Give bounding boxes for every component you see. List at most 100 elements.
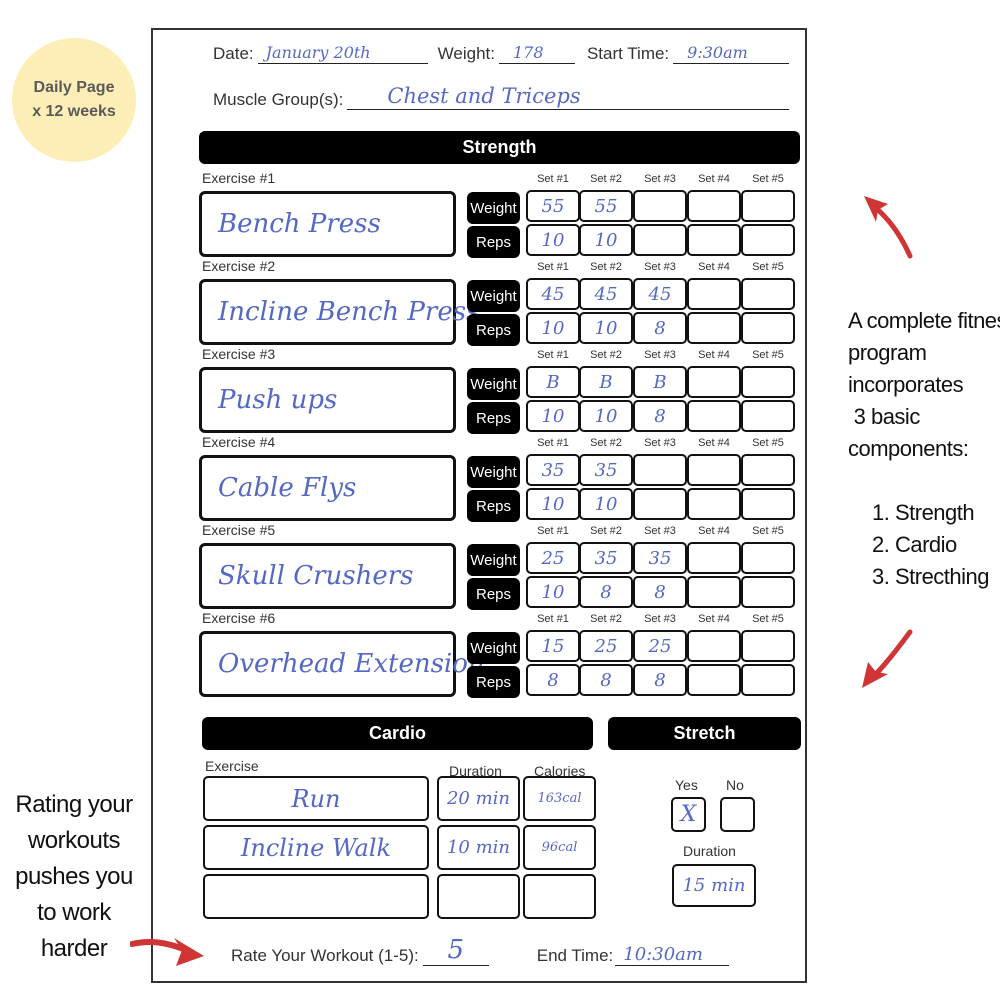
- reps-cell[interactable]: 8: [633, 576, 687, 608]
- exercise-name-field[interactable]: Incline Bench Press: [199, 279, 479, 345]
- reps-cell[interactable]: [741, 664, 795, 696]
- reps-cell[interactable]: 10: [579, 224, 633, 256]
- exercise-name-field[interactable]: Bench Press: [199, 191, 456, 257]
- weight-cell[interactable]: [687, 366, 741, 398]
- stretch-duration-field[interactable]: 15 min: [672, 864, 756, 907]
- reps-value: 8: [654, 405, 666, 427]
- daily-page-badge: Daily Page x 12 weeks: [12, 38, 136, 162]
- strength-section-header: Strength: [199, 131, 800, 164]
- weight-cell[interactable]: [741, 278, 795, 310]
- set-header: Set #3: [644, 261, 676, 273]
- weight-field[interactable]: 178: [498, 42, 575, 64]
- weight-cell[interactable]: 35: [526, 454, 580, 486]
- weight-cell[interactable]: 55: [526, 190, 580, 222]
- reps-cell[interactable]: [741, 400, 795, 432]
- reps-cell[interactable]: 8: [633, 400, 687, 432]
- muscle-group-field[interactable]: Chest and Triceps: [347, 82, 790, 110]
- reps-value: 10: [541, 405, 565, 427]
- reps-cell[interactable]: [741, 224, 795, 256]
- exercise-name-field[interactable]: Overhead Extension: [199, 631, 485, 697]
- stretch-no-checkbox[interactable]: [720, 797, 755, 832]
- cardio-exercise-value: Incline Walk: [240, 833, 392, 862]
- weight-cell[interactable]: [741, 366, 795, 398]
- weight-cell[interactable]: 35: [579, 542, 633, 574]
- set-header: Set #1: [537, 613, 569, 625]
- reps-cell[interactable]: [687, 576, 741, 608]
- reps-cell[interactable]: 10: [579, 488, 633, 520]
- reps-cell[interactable]: 10: [579, 312, 633, 344]
- weight-cell[interactable]: 25: [526, 542, 580, 574]
- cardio-duration-field[interactable]: 20 min: [437, 776, 520, 821]
- weight-cell[interactable]: [687, 542, 741, 574]
- weight-cell[interactable]: 35: [579, 454, 633, 486]
- reps-cell[interactable]: 10: [526, 224, 580, 256]
- reps-cell[interactable]: [741, 576, 795, 608]
- reps-cell[interactable]: 10: [526, 576, 580, 608]
- cardio-exercise-field[interactable]: Incline Walk: [203, 825, 429, 870]
- weight-cell[interactable]: [633, 454, 687, 486]
- weight-cell[interactable]: [687, 190, 741, 222]
- reps-cell[interactable]: 8: [633, 312, 687, 344]
- set-header: Set #3: [644, 349, 676, 361]
- exercise-name-field[interactable]: Skull Crushers: [199, 543, 456, 609]
- reps-cell[interactable]: [687, 488, 741, 520]
- exercise-name-field[interactable]: Push ups: [199, 367, 456, 433]
- weight-cell[interactable]: [741, 542, 795, 574]
- reps-cell[interactable]: [741, 488, 795, 520]
- cardio-duration-field[interactable]: 10 min: [437, 825, 520, 870]
- weight-value: 55: [541, 195, 565, 217]
- cardio-duration-field[interactable]: [437, 874, 520, 919]
- weight-cell[interactable]: B: [633, 366, 687, 398]
- weight-cell[interactable]: [633, 190, 687, 222]
- weight-cell[interactable]: [687, 630, 741, 662]
- weight-cell[interactable]: 25: [579, 630, 633, 662]
- weight-cell[interactable]: [687, 278, 741, 310]
- reps-cell[interactable]: [687, 312, 741, 344]
- weight-tag: Weight: [467, 632, 520, 664]
- weight-cell[interactable]: 45: [579, 278, 633, 310]
- rate-field[interactable]: 5: [422, 935, 489, 966]
- reps-cell[interactable]: [687, 224, 741, 256]
- weight-cell[interactable]: [741, 190, 795, 222]
- weight-cell[interactable]: 45: [633, 278, 687, 310]
- stretch-yes-checkbox[interactable]: X: [671, 797, 706, 832]
- cardio-exercise-field[interactable]: Run: [203, 776, 429, 821]
- weight-cell[interactable]: 55: [579, 190, 633, 222]
- weight-cell[interactable]: [741, 454, 795, 486]
- date-field[interactable]: January 20th: [257, 42, 428, 64]
- reps-cell[interactable]: [687, 664, 741, 696]
- reps-cell[interactable]: 8: [526, 664, 580, 696]
- reps-cell[interactable]: [633, 488, 687, 520]
- weight-cell[interactable]: [687, 454, 741, 486]
- start-time-field[interactable]: 9:30am: [673, 42, 790, 64]
- note-line: pushes you: [15, 863, 133, 890]
- reps-cell[interactable]: [633, 224, 687, 256]
- cardio-exercise-field[interactable]: [203, 874, 429, 919]
- exercise-name-field[interactable]: Cable Flys: [199, 455, 456, 521]
- reps-cell[interactable]: 10: [526, 400, 580, 432]
- cardio-duration-value: 20 min: [446, 788, 511, 809]
- cardio-calories-field[interactable]: [523, 874, 596, 919]
- weight-cell[interactable]: 45: [526, 278, 580, 310]
- component-list-item: 2. Cardio: [872, 532, 957, 557]
- reps-cell[interactable]: 10: [526, 488, 580, 520]
- cardio-calories-field[interactable]: 96cal: [523, 825, 596, 870]
- weight-cell[interactable]: 25: [633, 630, 687, 662]
- reps-cell[interactable]: 10: [579, 400, 633, 432]
- weight-cell[interactable]: 15: [526, 630, 580, 662]
- set-header: Set #3: [644, 613, 676, 625]
- reps-cell[interactable]: 8: [633, 664, 687, 696]
- reps-cell[interactable]: [687, 400, 741, 432]
- reps-cell[interactable]: 10: [526, 312, 580, 344]
- weight-cell[interactable]: [741, 630, 795, 662]
- end-time-field[interactable]: 10:30am: [615, 944, 730, 966]
- reps-cell[interactable]: 8: [579, 664, 633, 696]
- weight-cell[interactable]: B: [526, 366, 580, 398]
- reps-cell[interactable]: [741, 312, 795, 344]
- weight-cell[interactable]: 35: [633, 542, 687, 574]
- set-header: Set #4: [698, 349, 730, 361]
- weight-cell[interactable]: B: [579, 366, 633, 398]
- reps-cell[interactable]: 8: [579, 576, 633, 608]
- cardio-calories-field[interactable]: 163cal: [523, 776, 596, 821]
- set-header: Set #5: [752, 437, 784, 449]
